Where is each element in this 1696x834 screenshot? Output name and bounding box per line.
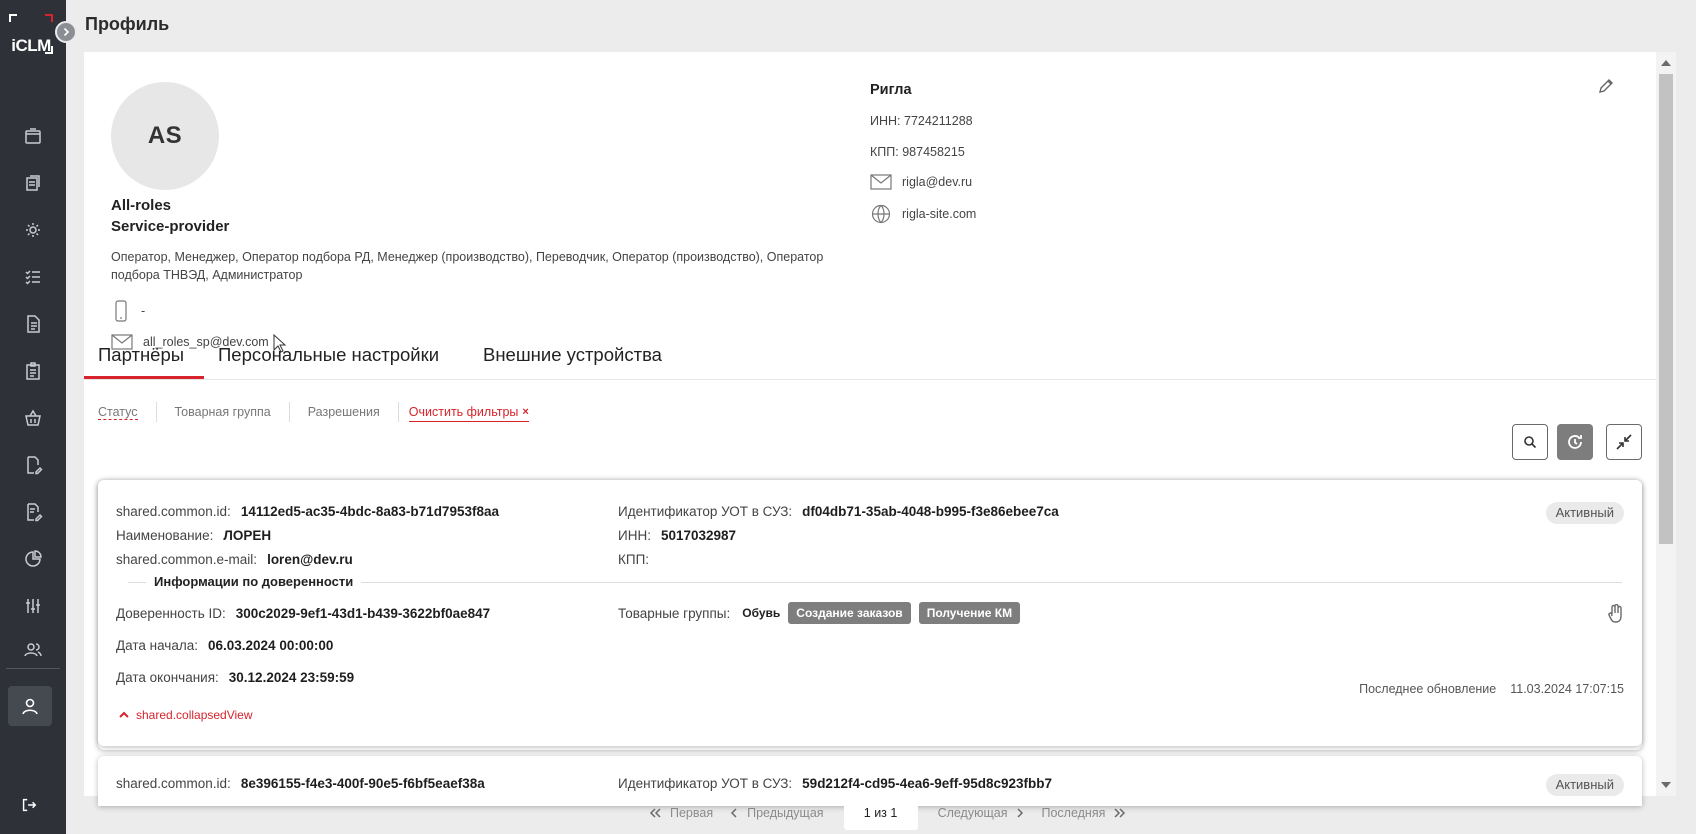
nav-clipboard-icon[interactable]: [0, 353, 66, 389]
logout-icon[interactable]: [20, 796, 38, 819]
chevron-left-icon: [731, 808, 737, 818]
nav-doc-edit-icon[interactable]: [0, 447, 66, 483]
nav-doc-edit2-icon[interactable]: [0, 494, 66, 530]
nav-checklist-icon[interactable]: [0, 259, 66, 295]
filter-permissions[interactable]: Разрешения: [290, 402, 399, 422]
nav-sliders-icon[interactable]: [0, 588, 66, 624]
nav-box-icon[interactable]: [0, 118, 66, 154]
sidebar-toggle-button[interactable]: [55, 21, 77, 43]
poa-start-date: Дата начала: 06.03.2024 00:00:00: [116, 638, 334, 653]
product-groups: Товарные группы: Обувь Создание заказов …: [618, 602, 1021, 624]
logo-text: iCLM: [11, 36, 51, 55]
phone-icon: [115, 300, 127, 322]
refresh-clock-icon: [1568, 435, 1582, 449]
status-badge: Активный: [1545, 502, 1624, 524]
page-title: Профиль: [85, 14, 170, 34]
clear-filters-button[interactable]: Очистить фильтры ×: [408, 402, 529, 422]
search-button[interactable]: [1512, 424, 1548, 460]
clear-x-icon: ×: [522, 406, 529, 418]
mouse-cursor-icon: [273, 333, 287, 359]
collapse-all-button[interactable]: [1606, 424, 1642, 460]
user-roles: Оператор, Менеджер, Оператор подбора РД,…: [111, 250, 824, 282]
permission-tag: Создание заказов: [788, 602, 911, 624]
organization-email: rigla@dev.ru: [870, 174, 972, 190]
app-logo[interactable]: iCLM: [8, 10, 54, 56]
current-page-indicator: 1 из 1: [843, 796, 918, 830]
partner-id: shared.common.id: 8e396155-f4e3-400f-90e5…: [116, 776, 485, 791]
scrollbar[interactable]: [1656, 52, 1676, 796]
globe-icon: [871, 204, 891, 224]
nav-pie-chart-icon[interactable]: [0, 541, 66, 577]
partner-inn: ИНН: 5017032987: [618, 528, 737, 543]
next-page-button[interactable]: Следующая: [938, 806, 1026, 820]
organization-name: Ригла: [870, 82, 912, 98]
last-page-button[interactable]: Последняя: [1041, 806, 1127, 820]
collapse-arrows-icon: [1616, 434, 1632, 450]
scroll-up-arrow[interactable]: [1661, 60, 1671, 66]
partner-name: Наименование: ЛОРЕН: [116, 528, 272, 543]
tab-external-devices[interactable]: Внешние устройства: [483, 344, 662, 366]
organization-kpp: КПП: 987458215: [870, 145, 965, 159]
filter-status[interactable]: Статус: [98, 402, 157, 422]
tab-personal-settings[interactable]: Персональные настройки: [218, 344, 439, 366]
partner-kpp: КПП:: [618, 552, 650, 567]
filter-bar: Статус Товарная группа Разрешения Очисти…: [98, 402, 529, 422]
nav-profile-user-icon[interactable]: [8, 686, 52, 726]
last-update: Последнее обновление 11.03.2024 17:07:15: [1359, 682, 1624, 696]
nav-documents-icon[interactable]: [0, 165, 66, 201]
hand-pointer-icon[interactable]: [1606, 603, 1624, 629]
nav-users-icon[interactable]: [0, 632, 66, 668]
partner-uot-id: Идентификатор УОТ в СУЗ: 59d212f4-cd95-4e…: [618, 776, 1053, 791]
scroll-down-arrow[interactable]: [1661, 782, 1671, 788]
nav-document-icon[interactable]: [0, 306, 66, 342]
permission-tag: Получение КМ: [918, 602, 1021, 624]
tab-partners[interactable]: Партнёры: [98, 344, 184, 366]
filter-product-group[interactable]: Товарная группа: [157, 402, 290, 422]
sidebar: iCLM: [0, 0, 66, 834]
prev-page-button[interactable]: Предыдущая: [729, 806, 824, 820]
sidebar-divider: [6, 668, 60, 669]
chevron-up-icon: [119, 711, 129, 718]
edit-pencil-icon[interactable]: [1598, 78, 1618, 98]
user-phone: -: [111, 300, 145, 322]
avatar: AS: [111, 82, 219, 190]
search-icon: [1524, 436, 1537, 449]
product-group-value: Обувь: [742, 606, 781, 620]
mail-icon: [870, 174, 892, 190]
active-tab-indicator: [84, 376, 204, 379]
partner-uot-id: Идентификатор УОТ в СУЗ: df04db71-35ab-40…: [618, 504, 1059, 519]
section-title: Информации по доверенности: [146, 574, 362, 589]
partner-email: shared.common.e-mail: loren@dev.ru: [116, 552, 353, 567]
organization-site: rigla-site.com: [870, 204, 976, 224]
partner-card-1: shared.common.id: 14112ed5-ac35-4bdc-8a83…: [98, 480, 1642, 746]
scrollbar-thumb[interactable]: [1659, 74, 1673, 544]
refresh-button[interactable]: [1557, 424, 1593, 460]
double-chevron-right-icon: [1114, 808, 1126, 818]
poa-id: Доверенность ID: 300c2029-9ef1-43d1-b439-…: [116, 606, 491, 621]
organization-inn: ИНН: 7724211288: [870, 114, 973, 128]
double-chevron-left-icon: [649, 808, 661, 818]
status-badge: Активный: [1545, 774, 1624, 796]
nav-settings-gear-icon[interactable]: [0, 212, 66, 248]
profile-tabs: Партнёры Персональные настройки Внешние …: [84, 338, 1656, 380]
nav-basket-icon[interactable]: [0, 400, 66, 436]
user-name: All-roles Service-provider: [111, 197, 230, 235]
collapse-view-link[interactable]: shared.collapsedView: [118, 708, 253, 722]
pagination: Первая Предыдущая 1 из 1 Следующая После…: [640, 796, 1135, 830]
poa-end-date: Дата окончания: 30.12.2024 23:59:59: [116, 670, 355, 685]
first-page-button[interactable]: Первая: [648, 806, 713, 820]
chevron-right-icon: [1017, 808, 1024, 818]
partner-id: shared.common.id: 14112ed5-ac35-4bdc-8a83…: [116, 504, 499, 519]
